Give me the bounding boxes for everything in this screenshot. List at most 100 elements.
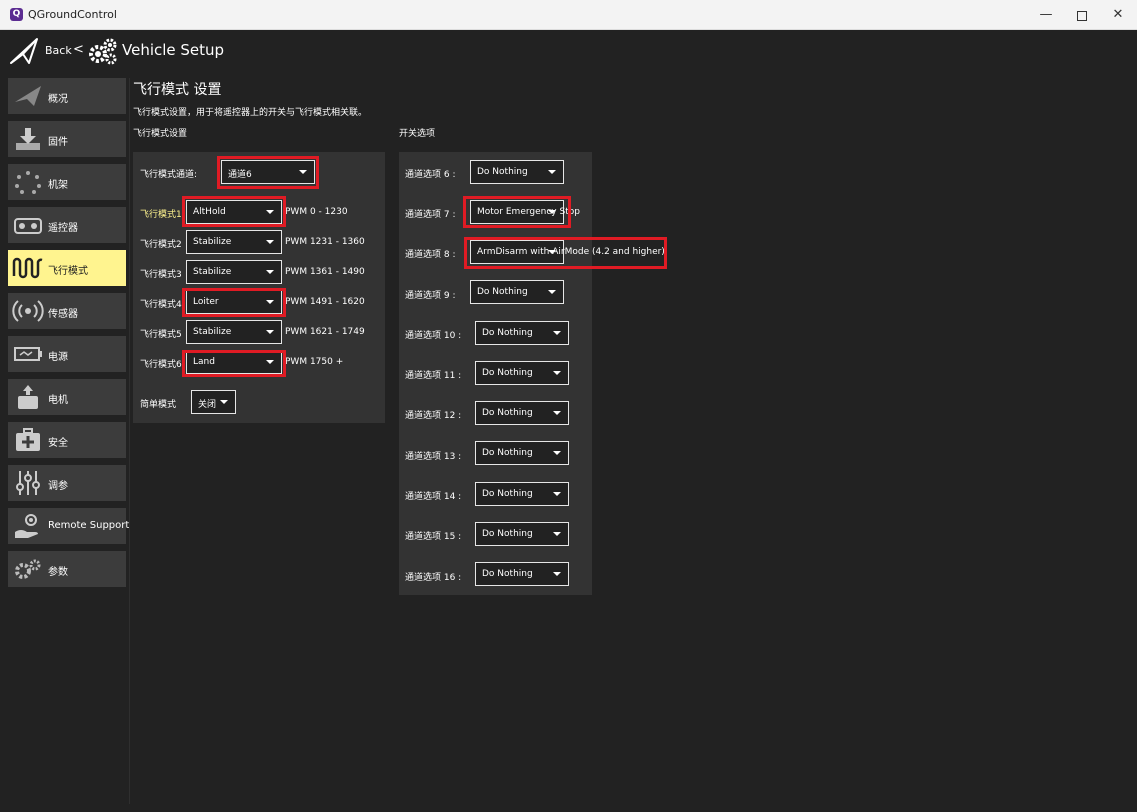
channel-option-12-select[interactable]: Do Nothing bbox=[475, 401, 569, 425]
channel-option-value: Do Nothing bbox=[482, 408, 533, 418]
window-titlebar: Q QGroundControl — ✕ bbox=[0, 0, 1137, 30]
sidebar-item-label: 电机 bbox=[48, 395, 68, 406]
content-description: 飞行模式设置，用于将遥控器上的开关与飞行模式相关联。 bbox=[133, 108, 368, 118]
pwm-range: PWM 0 - 1230 bbox=[285, 207, 348, 217]
flight-mode-3-select[interactable]: Stabilize bbox=[186, 260, 282, 284]
channel-option-13-select[interactable]: Do Nothing bbox=[475, 441, 569, 465]
sidebar-item-label: 参数 bbox=[48, 567, 68, 578]
tuning-icon bbox=[16, 471, 40, 495]
channel-option-11-select[interactable]: Do Nothing bbox=[475, 361, 569, 385]
sidebar-item-sensors[interactable]: 传感器 bbox=[8, 293, 126, 329]
sidebar-item-radio[interactable]: 遥控器 bbox=[8, 207, 126, 243]
sidebar-item-label: 电源 bbox=[48, 352, 68, 363]
content-title: 飞行模式 设置 bbox=[133, 82, 222, 98]
flight-mode-label: 飞行模式5 bbox=[140, 330, 182, 340]
sidebar-item-safety[interactable]: 安全 bbox=[8, 422, 126, 458]
airframe-icon bbox=[15, 171, 41, 194]
channel-option-label: 通道选项 16 : bbox=[405, 573, 462, 583]
chevron-down-icon bbox=[548, 290, 556, 294]
sidebar-item-label: 安全 bbox=[48, 438, 68, 449]
sidebar-item-summary[interactable]: 概况 bbox=[8, 78, 126, 114]
channel-label: 飞行模式通道: bbox=[140, 170, 198, 180]
channel-option-value: Do Nothing bbox=[482, 529, 533, 539]
sidebar-item-label: 飞行模式 bbox=[48, 266, 88, 277]
channel-option-value: Do Nothing bbox=[482, 489, 533, 499]
pwm-range: PWM 1621 - 1749 bbox=[285, 327, 365, 337]
chevron-down-icon bbox=[553, 532, 561, 536]
pwm-range: PWM 1231 - 1360 bbox=[285, 237, 365, 247]
flight-mode-2-value: Stabilize bbox=[193, 237, 232, 247]
channel-option-6-select[interactable]: Do Nothing bbox=[470, 160, 564, 184]
motor-icon bbox=[18, 385, 38, 409]
channel-option-label: 通道选项 13 : bbox=[405, 452, 462, 462]
sidebar-item-motors[interactable]: 电机 bbox=[8, 379, 126, 415]
pwm-range: PWM 1750 + bbox=[285, 357, 344, 367]
chevron-down-icon bbox=[266, 240, 274, 244]
paper-plane-icon bbox=[15, 86, 41, 106]
remote-support-icon bbox=[15, 514, 38, 538]
sidebar-item-tuning[interactable]: 调参 bbox=[8, 465, 126, 501]
app-logo-icon: Q bbox=[10, 8, 23, 21]
pwm-range: PWM 1491 - 1620 bbox=[285, 297, 365, 307]
chevron-down-icon bbox=[553, 331, 561, 335]
flight-mode-label: 飞行模式1 bbox=[140, 210, 182, 220]
radio-icon bbox=[14, 218, 42, 234]
window-title: QGroundControl bbox=[28, 8, 117, 21]
highlight-box bbox=[182, 350, 286, 377]
channel-option-14-select[interactable]: Do Nothing bbox=[475, 482, 569, 506]
sidebar-item-label: 传感器 bbox=[48, 309, 78, 320]
channel-option-label: 通道选项 11 : bbox=[405, 371, 462, 381]
gears-icon bbox=[89, 38, 117, 65]
paper-plane-icon bbox=[10, 38, 38, 64]
simple-mode-select[interactable]: 关闭 bbox=[191, 390, 236, 414]
flight-mode-5-value: Stabilize bbox=[193, 327, 232, 337]
chevron-down-icon bbox=[548, 170, 556, 174]
flight-mode-2-select[interactable]: Stabilize bbox=[186, 230, 282, 254]
chevron-down-icon bbox=[553, 371, 561, 375]
channel-option-9-select[interactable]: Do Nothing bbox=[470, 280, 564, 304]
app-window: Back < Vehicle Setup 概况 固件 机架 遥控器 飞行模式 传… bbox=[0, 30, 1137, 812]
sidebar-item-label: 概况 bbox=[48, 94, 68, 105]
channel-option-label: 通道选项 12 : bbox=[405, 411, 462, 421]
sidebar-item-firmware[interactable]: 固件 bbox=[8, 121, 126, 157]
highlight-box bbox=[182, 196, 286, 227]
chevron-down-icon bbox=[553, 411, 561, 415]
channel-option-16-select[interactable]: Do Nothing bbox=[475, 562, 569, 586]
channel-option-label: 通道选项 8 : bbox=[405, 250, 456, 260]
channel-option-value: Do Nothing bbox=[482, 328, 533, 338]
channel-option-label: 通道选项 10 : bbox=[405, 331, 462, 341]
sidebar-item-power[interactable]: 电源 bbox=[8, 336, 126, 372]
channel-option-15-select[interactable]: Do Nothing bbox=[475, 522, 569, 546]
sidebar-item-parameters[interactable]: 参数 bbox=[8, 551, 126, 587]
flight-modes-section-title: 飞行模式设置 bbox=[133, 129, 188, 139]
highlight-box bbox=[463, 196, 571, 228]
sidebar-divider bbox=[129, 78, 130, 804]
battery-icon bbox=[14, 347, 42, 361]
page-title: Vehicle Setup bbox=[122, 41, 225, 59]
flight-mode-label: 飞行模式3 bbox=[140, 270, 182, 280]
simple-mode-value: 关闭 bbox=[198, 400, 217, 410]
flight-mode-label: 飞行模式6 bbox=[140, 360, 182, 370]
channel-option-10-select[interactable]: Do Nothing bbox=[475, 321, 569, 345]
chevron-down-icon bbox=[220, 400, 228, 404]
maximize-icon[interactable] bbox=[1072, 5, 1092, 25]
highlight-box bbox=[182, 288, 286, 317]
highlight-box bbox=[464, 237, 667, 269]
channel-option-value: Do Nothing bbox=[477, 287, 528, 297]
sidebar-item-airframe[interactable]: 机架 bbox=[8, 164, 126, 200]
channel-option-value: Do Nothing bbox=[482, 368, 533, 378]
channel-option-label: 通道选项 6 : bbox=[405, 170, 456, 180]
channel-option-label: 通道选项 14 : bbox=[405, 492, 462, 502]
sidebar-item-flight-modes[interactable]: 飞行模式 bbox=[8, 250, 126, 286]
sidebar-item-remote-support[interactable]: Remote Support bbox=[8, 508, 129, 544]
minimize-icon[interactable]: — bbox=[1036, 5, 1056, 25]
channel-option-label: 通道选项 15 : bbox=[405, 532, 462, 542]
flight-mode-5-select[interactable]: Stabilize bbox=[186, 320, 282, 344]
safety-icon bbox=[16, 428, 40, 451]
gears-icon bbox=[15, 559, 41, 579]
highlight-box bbox=[217, 156, 319, 189]
pwm-range: PWM 1361 - 1490 bbox=[285, 267, 365, 277]
close-icon[interactable]: ✕ bbox=[1108, 5, 1128, 25]
back-label: Back bbox=[45, 44, 72, 57]
channel-option-value: Do Nothing bbox=[482, 569, 533, 579]
